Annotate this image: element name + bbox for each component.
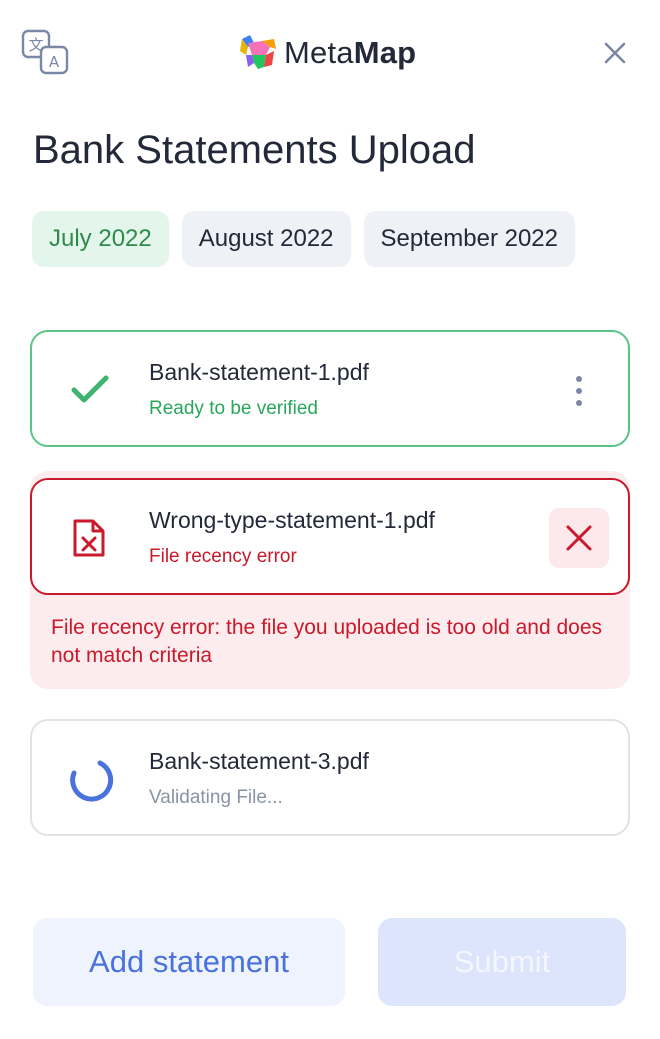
- month-tabs: July 2022 August 2022 September 2022: [32, 211, 575, 267]
- file-card-validating: Bank-statement-3.pdf Validating File...: [30, 719, 630, 836]
- brand-name-regular: Meta: [284, 35, 354, 70]
- file-card-success: Bank-statement-1.pdf Ready to be verifie…: [30, 330, 630, 447]
- submit-button[interactable]: Submit: [378, 918, 626, 1006]
- brand-name-bold: Map: [353, 35, 417, 70]
- add-statement-button[interactable]: Add statement: [33, 918, 345, 1006]
- svg-text:文: 文: [28, 36, 43, 54]
- more-options-button[interactable]: [567, 374, 591, 408]
- page-title: Bank Statements Upload: [33, 128, 476, 172]
- bank-statements-page: 文 A MetaMap Bank Statements Upload July …: [0, 0, 660, 1039]
- brand-name: MetaMap: [284, 35, 416, 71]
- file-status: File recency error: [149, 546, 297, 567]
- svg-text:A: A: [49, 53, 60, 71]
- close-icon: [566, 525, 592, 551]
- translate-icon: 文 A: [21, 29, 69, 75]
- remove-file-button[interactable]: [549, 508, 609, 568]
- close-icon: [604, 42, 626, 64]
- language-button[interactable]: 文 A: [20, 28, 70, 76]
- more-vertical-icon: [576, 376, 582, 382]
- file-status: Ready to be verified: [149, 398, 318, 419]
- spinner-icon: [70, 760, 114, 802]
- file-name: Bank-statement-3.pdf: [149, 748, 369, 774]
- more-vertical-icon-dot: [576, 388, 582, 394]
- file-error-icon: [73, 519, 105, 557]
- more-vertical-icon-dot: [576, 400, 582, 406]
- file-name: Bank-statement-1.pdf: [149, 359, 369, 385]
- file-card-error: Wrong-type-statement-1.pdf File recency …: [30, 478, 630, 595]
- tab-august-2022[interactable]: August 2022: [181, 211, 351, 267]
- tab-september-2022[interactable]: September 2022: [363, 211, 575, 267]
- close-button[interactable]: [600, 38, 630, 68]
- file-status: Validating File...: [149, 787, 283, 808]
- checkmark-icon: [71, 375, 109, 403]
- metamap-logo: [240, 35, 276, 69]
- file-name: Wrong-type-statement-1.pdf: [149, 507, 435, 533]
- header: 文 A MetaMap: [0, 0, 660, 104]
- error-message: File recency error: the file you uploade…: [51, 616, 602, 667]
- brand: MetaMap: [236, 32, 416, 74]
- tab-july-2022[interactable]: July 2022: [32, 211, 169, 267]
